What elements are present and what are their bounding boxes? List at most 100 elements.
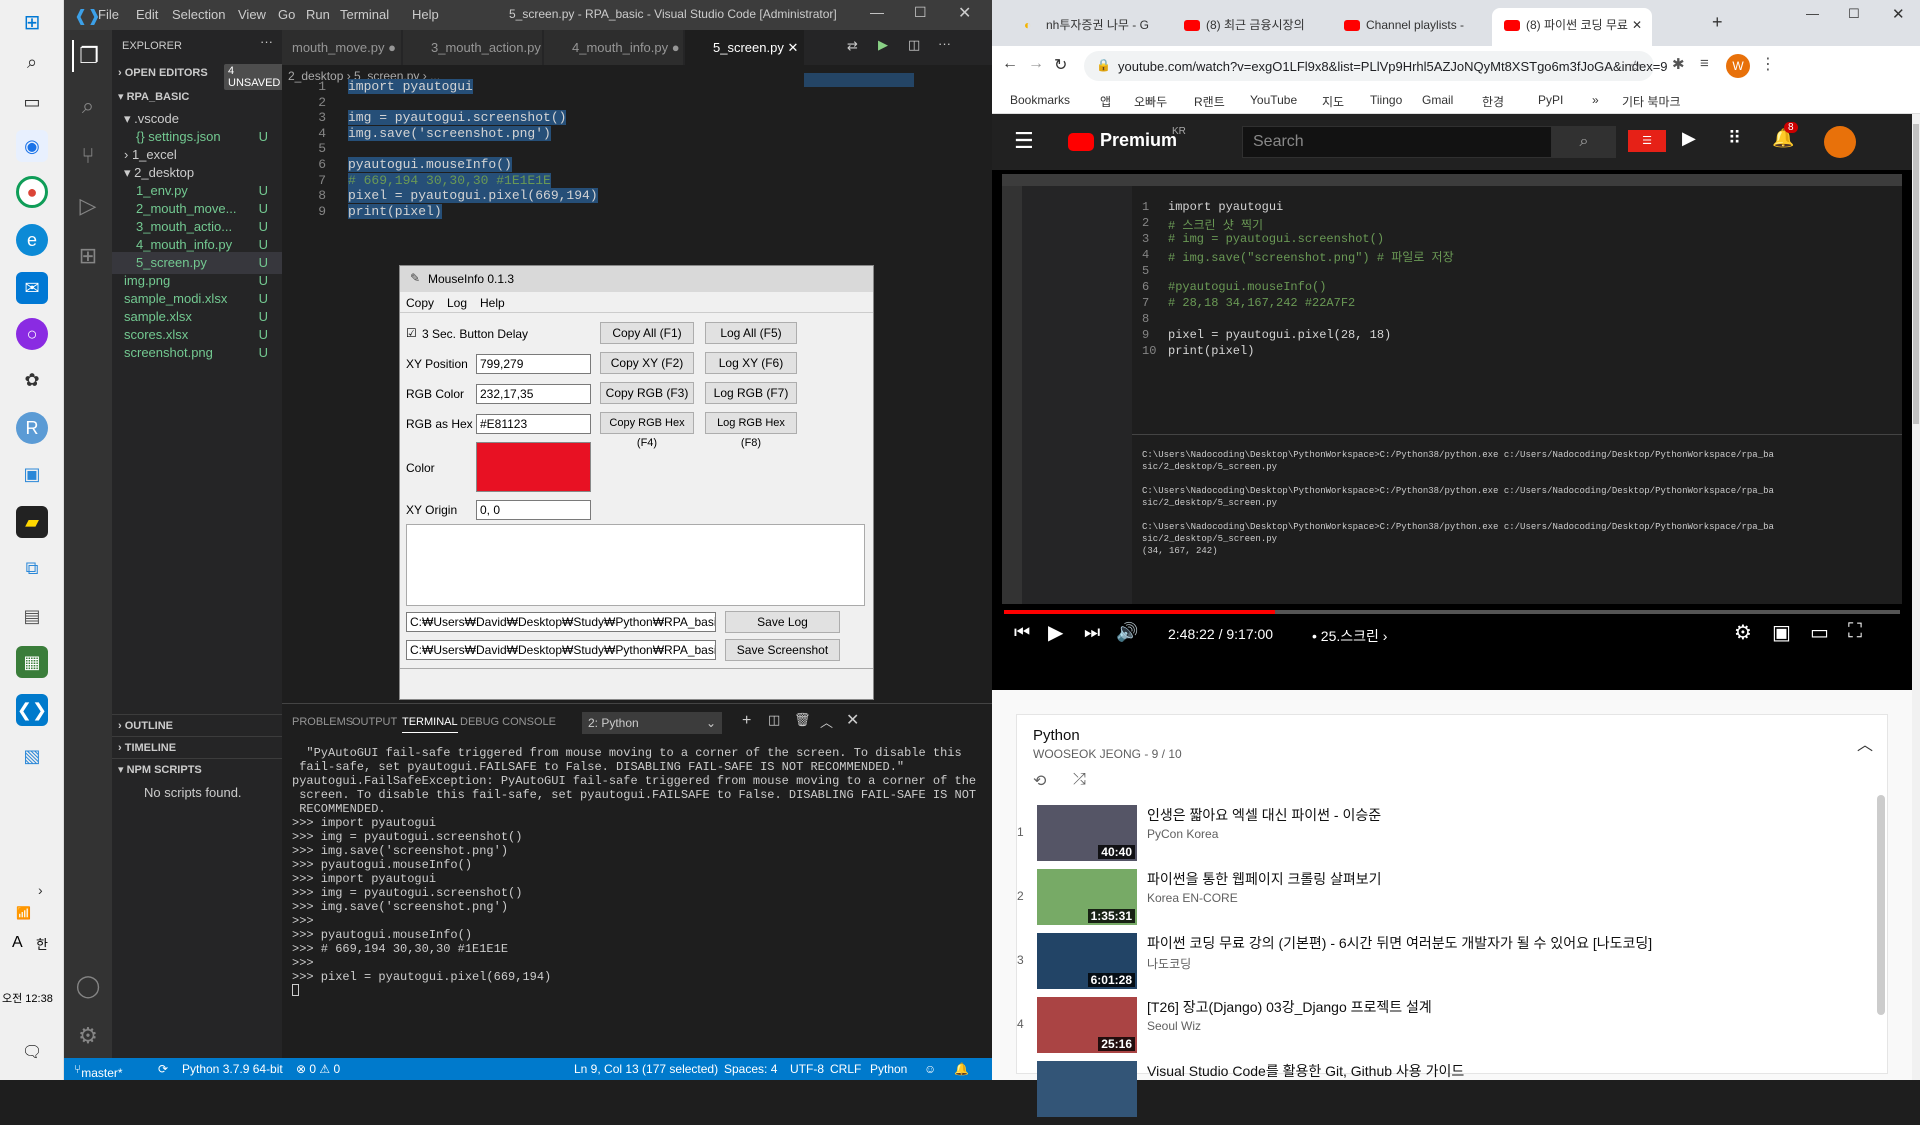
panel-tab-debug-console[interactable]: DEBUG CONSOLE [460, 716, 556, 728]
more-icon[interactable]: ··· [260, 34, 273, 49]
youtube-premium-logo[interactable]: Premium [1100, 130, 1177, 151]
app-icon-7[interactable]: ▦ [16, 646, 48, 678]
create-video-icon[interactable]: ▶ [1682, 128, 1696, 149]
playlist-item-title[interactable]: Visual Studio Code를 활용한 Git, Github 사용 가… [1147, 1061, 1464, 1081]
tree-item[interactable]: screenshot.png U [112, 342, 282, 364]
lock-icon[interactable]: 🔒 [1096, 58, 1111, 72]
code-line[interactable]: img = pyautogui.screenshot() [348, 110, 567, 126]
more-actions-icon[interactable]: ··· [938, 36, 951, 51]
chrome-menu-icon[interactable]: ⋮ [1760, 54, 1776, 74]
reload-icon[interactable]: ↻ [1054, 55, 1067, 75]
play-icon[interactable]: ▶ [1048, 620, 1063, 645]
chrome-tab-4[interactable]: (8) 파이썬 코딩 무료 ✕ [1492, 8, 1652, 46]
next-icon[interactable]: ⏭ [1084, 622, 1100, 643]
bookmark-item[interactable]: Bookmarks [1010, 93, 1070, 107]
tab-mouth-info[interactable]: 4_mouth_info.py ● [544, 30, 684, 65]
chrome-tab-2[interactable]: (8) 최근 금융시장의 [1172, 8, 1332, 46]
mi-menu-copy[interactable]: Copy [406, 296, 434, 310]
menu-run[interactable]: Run [306, 7, 330, 22]
sync-icon[interactable]: ⟳ [158, 1062, 168, 1076]
clock[interactable]: 오전 12:38 [2, 990, 53, 1006]
apps-icon[interactable]: ⠿ [1728, 128, 1741, 149]
split-terminal-icon[interactable]: ◫ [768, 712, 780, 728]
feedback-icon[interactable]: ☺ [924, 1062, 936, 1076]
app-icon-5[interactable]: ⧉ [16, 552, 48, 584]
edge-icon[interactable]: e [16, 224, 48, 256]
reading-list-icon[interactable]: ≡ [1700, 55, 1709, 72]
lang-han[interactable]: 한 [36, 934, 48, 953]
source-control-icon[interactable]: ⑂ [72, 140, 104, 172]
copy-hex-button[interactable]: Copy RGB Hex (F4) [600, 412, 694, 449]
log-xy-button[interactable]: Log XY (F6) [705, 352, 797, 374]
panel-tab-output[interactable]: OUTPUT [352, 716, 397, 728]
terminal-select[interactable]: 2: Python ⌄ [582, 712, 722, 734]
vscode-taskbar-icon[interactable]: ❮❯ [16, 694, 48, 726]
rpa-basic-root[interactable]: ▾ RPA_BASIC [112, 86, 282, 108]
app-icon-8[interactable]: ▧ [16, 740, 48, 772]
copy-xy-button[interactable]: Copy XY (F2) [600, 352, 694, 374]
copy-all-button[interactable]: Copy All (F1) [600, 322, 694, 344]
menu-help[interactable]: Help [412, 7, 439, 22]
settings-gear-icon[interactable]: ⚙ [1734, 620, 1752, 645]
minimap[interactable] [804, 73, 914, 87]
page-scrollbar[interactable] [1912, 114, 1920, 1080]
run-debug-icon[interactable]: ▷ [72, 190, 104, 222]
playlist-item-title[interactable]: 파이썬 코딩 무료 강의 (기본편) - 6시간 뒤면 여러분도 개발자가 될 … [1147, 933, 1652, 953]
bookmark-item[interactable]: » [1592, 93, 1599, 107]
bookmark-item[interactable]: 앱 [1100, 93, 1111, 110]
indent-status[interactable]: Spaces: 4 [724, 1062, 777, 1076]
menu-view[interactable]: View [238, 7, 266, 22]
panel-tab-problems[interactable]: PROBLEMS [292, 716, 353, 728]
log-rgb-button[interactable]: Log RGB (F7) [705, 382, 797, 404]
app-icon-3[interactable]: ✿ [16, 364, 48, 396]
playlist-item[interactable]: 4 25:16 [T26] 장고(Django) 03강_Django 프로젝트 설… [1017, 997, 1867, 1061]
run-icon[interactable]: ▶ [878, 37, 888, 53]
encoding-status[interactable]: UTF-8 [790, 1062, 824, 1076]
playlist-thumbnail[interactable] [1037, 1061, 1137, 1117]
playlist-thumbnail[interactable]: 25:16 [1037, 997, 1137, 1053]
chevron-right-icon[interactable]: › [38, 882, 43, 898]
video-player[interactable]: 1 import pyautogui 2 # 스크린 샷 찍기 3 # img = pya… [992, 170, 1912, 690]
code-line[interactable]: import pyautogui [348, 79, 473, 94]
save-log-button[interactable]: Save Log [725, 611, 840, 633]
bookmark-item[interactable]: 오빠두 [1134, 93, 1167, 110]
miniplayer-icon[interactable]: ▣ [1772, 620, 1791, 645]
hamburger-icon[interactable]: ☰ [1014, 128, 1034, 154]
new-terminal-icon[interactable]: + [742, 712, 751, 730]
menu-edit[interactable]: Edit [136, 7, 158, 22]
mi-menu-help[interactable]: Help [480, 296, 505, 310]
chevron-up-icon[interactable]: ︿ [1857, 731, 1873, 755]
xy-origin-field[interactable]: 0, 0 [476, 500, 591, 520]
notification-icon[interactable]: 🗨 [22, 1042, 42, 1062]
lang-a[interactable]: A [12, 934, 23, 952]
volume-icon[interactable]: 🔊 [1116, 622, 1138, 643]
menu-selection[interactable]: Selection [172, 7, 225, 22]
playlist-scrollbar[interactable] [1877, 795, 1885, 1015]
extensions-icon[interactable]: ✱ [1672, 55, 1685, 73]
app-icon-2[interactable]: ○ [16, 318, 48, 350]
cursor-position[interactable]: Ln 9, Col 13 (177 selected) [574, 1062, 718, 1076]
account-icon[interactable]: ◯ [72, 970, 104, 1002]
close-tab-icon[interactable]: ✕ [1632, 8, 1642, 42]
rgb-hex-field[interactable]: #E81123 [476, 414, 591, 434]
r-icon[interactable]: R [16, 412, 48, 444]
search-icon[interactable]: ⌕ [72, 90, 104, 122]
windows-start-icon[interactable]: ⊞ [16, 6, 48, 38]
search-input[interactable]: Search [1242, 126, 1552, 158]
close-icon[interactable]: ✕ [1892, 5, 1905, 23]
bookmark-item[interactable]: PyPI [1538, 93, 1563, 107]
fullscreen-icon[interactable]: ⛶ [1848, 620, 1862, 643]
scrollbar-thumb[interactable] [1913, 124, 1919, 424]
log-path-field[interactable]: C:₩Users₩David₩Desktop₩Study₩Python₩RPA_… [406, 612, 716, 632]
problems-status[interactable]: ⊗ 0 ⚠ 0 [296, 1062, 340, 1076]
menu-file[interactable]: File [98, 7, 119, 22]
playlist-item[interactable]: Visual Studio Code를 활용한 Git, Github 사용 가… [1017, 1061, 1867, 1125]
extensions-icon[interactable]: ⊞ [72, 240, 104, 272]
language-status[interactable]: Python [870, 1062, 907, 1076]
app-icon-4[interactable]: ▣ [16, 458, 48, 490]
playlist-item-title[interactable]: 인생은 짧아요 엑셀 대신 파이썬 - 이승준 [1147, 805, 1381, 825]
bookmark-item[interactable]: YouTube [1250, 93, 1297, 107]
youtube-logo-icon[interactable] [1068, 133, 1094, 151]
network-icon[interactable]: 📶 [16, 906, 31, 920]
trash-icon[interactable]: 🗑 [794, 712, 811, 728]
